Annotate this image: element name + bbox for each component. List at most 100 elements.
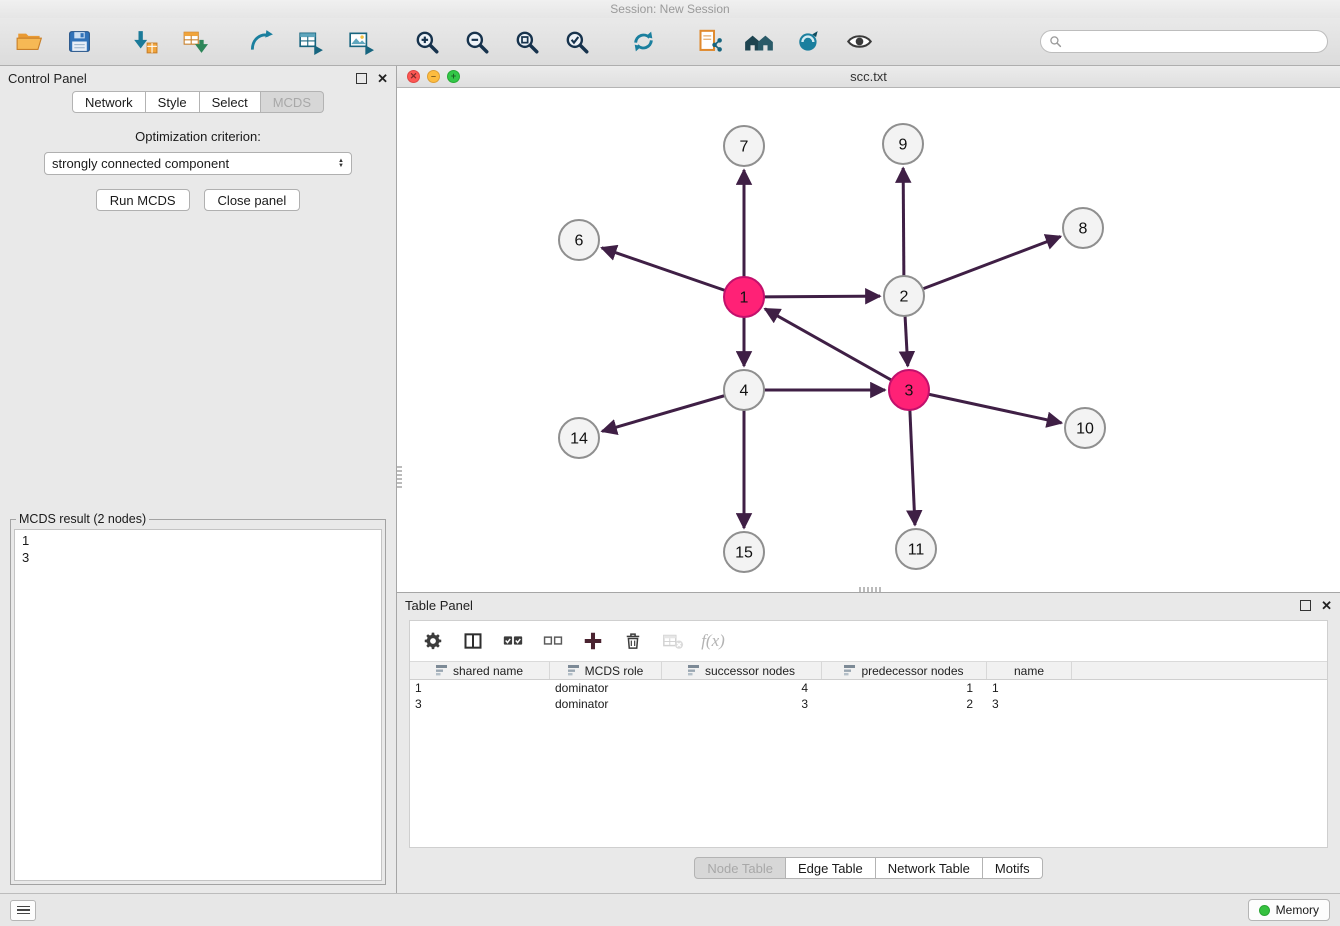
panel-grip-horizontal[interactable] bbox=[859, 587, 881, 592]
toolbar-search[interactable] bbox=[1040, 30, 1328, 53]
zoom-fit-icon[interactable] bbox=[510, 25, 544, 59]
table-row[interactable]: 1dominator411 bbox=[410, 680, 1327, 696]
import-table-icon[interactable] bbox=[178, 25, 212, 59]
open-session-icon[interactable] bbox=[12, 25, 46, 59]
column-header-name[interactable]: name bbox=[987, 662, 1072, 679]
table-cell[interactable]: 2 bbox=[822, 697, 987, 711]
graph-node-label: 8 bbox=[1079, 221, 1088, 238]
tab-edge-table[interactable]: Edge Table bbox=[786, 857, 876, 879]
network-canvas[interactable]: 7968124314101511 bbox=[397, 88, 1340, 592]
column-header-shared-name[interactable]: shared name bbox=[410, 662, 550, 679]
deselect-all-icon[interactable] bbox=[540, 628, 566, 654]
graph-edge-2-8[interactable] bbox=[904, 237, 1061, 296]
table-cell[interactable]: dominator bbox=[550, 697, 662, 711]
save-session-icon[interactable] bbox=[62, 25, 96, 59]
table-cell[interactable]: 1 bbox=[987, 681, 1072, 695]
graph-edge-4-14[interactable] bbox=[602, 390, 744, 431]
column-header-predecessor-nodes[interactable]: predecessor nodes bbox=[822, 662, 987, 679]
sort-icon bbox=[436, 665, 448, 676]
optimization-criterion-label: Optimization criterion: bbox=[0, 129, 396, 144]
column-header-mcds-role[interactable]: MCDS role bbox=[550, 662, 662, 679]
graph-node-label: 11 bbox=[908, 542, 925, 559]
export-image-icon[interactable] bbox=[344, 25, 378, 59]
graph-edge-3-10[interactable] bbox=[909, 390, 1062, 423]
graph-edge-1-6[interactable] bbox=[602, 248, 744, 297]
zoom-selected-icon[interactable] bbox=[560, 25, 594, 59]
float-table-panel-icon[interactable] bbox=[1300, 600, 1311, 611]
table-toolbar: f(x) bbox=[410, 621, 1327, 661]
tab-style[interactable]: Style bbox=[146, 91, 200, 113]
graph-edge-3-1[interactable] bbox=[765, 309, 909, 390]
panel-grip-vertical[interactable] bbox=[397, 466, 402, 488]
memory-button[interactable]: Memory bbox=[1248, 899, 1330, 921]
graph-node-label: 4 bbox=[740, 383, 749, 400]
zoom-in-icon[interactable] bbox=[410, 25, 444, 59]
table-panel-header: Table Panel ✕ bbox=[397, 593, 1340, 618]
add-column-icon[interactable] bbox=[580, 628, 606, 654]
close-panel-icon[interactable]: ✕ bbox=[377, 73, 388, 84]
column-label: successor nodes bbox=[705, 664, 795, 678]
column-label: name bbox=[1014, 664, 1044, 678]
graph-node-label: 15 bbox=[735, 545, 753, 562]
control-panel: Control Panel ✕ Network Style Select MCD… bbox=[0, 66, 397, 893]
graph-node-label: 10 bbox=[1076, 421, 1094, 438]
table-cell[interactable]: 1 bbox=[822, 681, 987, 695]
tab-select[interactable]: Select bbox=[200, 91, 261, 113]
close-window-icon[interactable]: ✕ bbox=[407, 70, 420, 83]
table-cell[interactable]: dominator bbox=[550, 681, 662, 695]
table-cell[interactable]: 3 bbox=[410, 697, 550, 711]
optimization-criterion-value: strongly connected component bbox=[52, 156, 229, 171]
delete-table-icon[interactable] bbox=[660, 628, 686, 654]
gear-icon[interactable] bbox=[420, 628, 446, 654]
graph-node-label: 9 bbox=[899, 137, 908, 154]
column-header-successor-nodes[interactable]: successor nodes bbox=[662, 662, 822, 679]
close-table-panel-icon[interactable]: ✕ bbox=[1321, 600, 1332, 611]
new-network-icon[interactable] bbox=[244, 25, 278, 59]
maximize-window-icon[interactable]: + bbox=[447, 70, 460, 83]
task-history-icon[interactable] bbox=[10, 900, 36, 921]
window-title: Session: New Session bbox=[610, 2, 729, 16]
close-panel-button[interactable]: Close panel bbox=[204, 189, 301, 211]
function-builder-icon[interactable]: f(x) bbox=[700, 628, 726, 654]
minimize-window-icon[interactable]: – bbox=[427, 70, 440, 83]
table-body: 1dominator4113dominator323 bbox=[410, 680, 1327, 712]
optimization-criterion-select[interactable]: strongly connected component ▲▼ bbox=[44, 152, 352, 175]
zoom-out-icon[interactable] bbox=[460, 25, 494, 59]
table-panel-tabs: Node Table Edge Table Network Table Moti… bbox=[694, 857, 1042, 879]
mcds-result-line: 3 bbox=[22, 549, 374, 566]
tab-network[interactable]: Network bbox=[72, 91, 146, 113]
refresh-layout-icon[interactable] bbox=[626, 25, 660, 59]
run-mcds-button[interactable]: Run MCDS bbox=[96, 189, 190, 211]
show-hide-eye-icon[interactable] bbox=[842, 25, 876, 59]
table-row[interactable]: 3dominator323 bbox=[410, 696, 1327, 712]
delete-column-icon[interactable] bbox=[620, 628, 646, 654]
tab-mcds[interactable]: MCDS bbox=[261, 91, 324, 113]
status-bar: Memory bbox=[0, 893, 1340, 926]
column-label: predecessor nodes bbox=[861, 664, 963, 678]
mcds-result-list[interactable]: 1 3 bbox=[14, 529, 382, 881]
table-header-row: shared name MCDS role successor nodes bbox=[410, 661, 1327, 680]
search-icon bbox=[1049, 35, 1062, 48]
table-panel-title: Table Panel bbox=[405, 598, 473, 613]
table-cell[interactable]: 1 bbox=[410, 681, 550, 695]
table-cell[interactable]: 3 bbox=[662, 697, 822, 711]
node-table: f(x) shared name MCDS role bbox=[409, 620, 1328, 848]
toolbar-search-input[interactable] bbox=[1062, 35, 1319, 49]
float-panel-icon[interactable] bbox=[356, 73, 367, 84]
tab-motifs[interactable]: Motifs bbox=[983, 857, 1043, 879]
graph-node-label: 2 bbox=[900, 289, 909, 306]
select-all-icon[interactable] bbox=[500, 628, 526, 654]
home-view-icon[interactable] bbox=[742, 25, 776, 59]
import-network-icon[interactable] bbox=[128, 25, 162, 59]
control-panel-title: Control Panel bbox=[8, 71, 87, 86]
network-from-table-icon[interactable] bbox=[294, 25, 328, 59]
split-view-icon[interactable] bbox=[460, 628, 486, 654]
sort-icon bbox=[568, 665, 580, 676]
table-cell[interactable]: 3 bbox=[987, 697, 1072, 711]
clone-network-icon[interactable] bbox=[692, 25, 726, 59]
apply-style-icon[interactable] bbox=[792, 25, 826, 59]
table-cell[interactable]: 4 bbox=[662, 681, 822, 695]
tab-network-table[interactable]: Network Table bbox=[876, 857, 983, 879]
tab-node-table[interactable]: Node Table bbox=[694, 857, 786, 879]
main-toolbar bbox=[0, 18, 1340, 66]
